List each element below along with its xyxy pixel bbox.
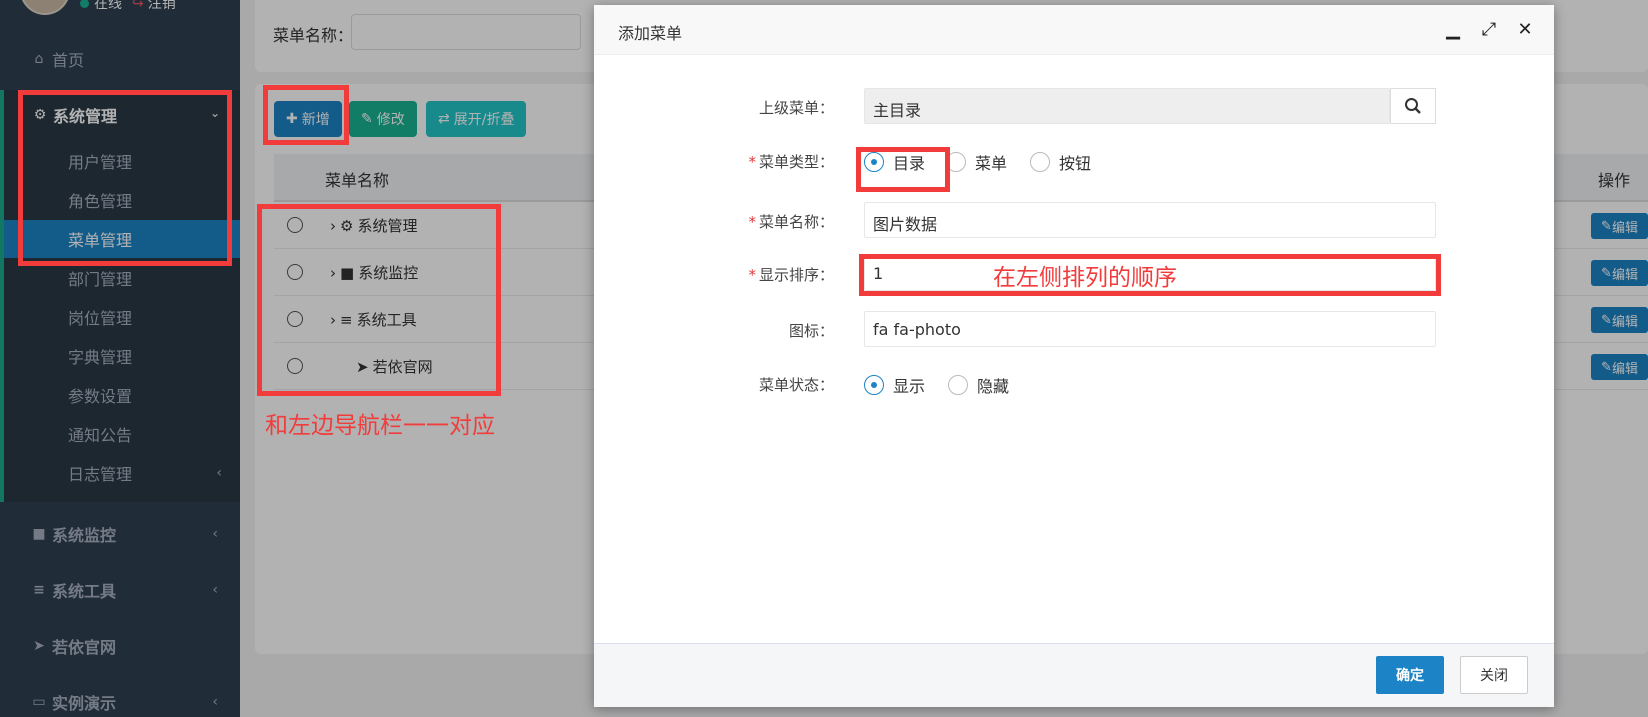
dialog-title: 添加菜单 [618, 24, 683, 43]
radio-label: 目录 [893, 154, 926, 173]
close-icon[interactable]: ✕ [1514, 19, 1536, 41]
radio-label: 显示 [893, 377, 926, 396]
order-label-text: 显示排序： [758, 266, 834, 284]
type-option-button[interactable]: 按钮 [1030, 150, 1091, 174]
menu-name-input[interactable]: 图片数据 [864, 202, 1436, 238]
radio-checked-icon [864, 152, 884, 172]
required-mark: * [748, 213, 756, 231]
menu-status-label: 菜单状态： [758, 376, 834, 394]
dialog-window-controls: ▁ ⤢ ✕ [1442, 19, 1536, 41]
type-option-menu[interactable]: 菜单 [946, 150, 1007, 174]
confirm-button[interactable]: 确定 [1376, 656, 1444, 694]
menu-type-label: * 菜单类型： [748, 151, 834, 172]
annotation-order-note: 在左侧排列的顺序 [993, 265, 1177, 291]
dialog-title-bar: 添加菜单 ▁ ⤢ ✕ [594, 5, 1554, 55]
form-row-name: * 菜单名称： 图片数据 [594, 202, 1554, 240]
close-button[interactable]: 关闭 [1460, 656, 1528, 694]
menu-name-label: * 菜单名称： [748, 211, 834, 232]
radio-label: 隐藏 [977, 377, 1010, 396]
radio-label: 菜单 [975, 154, 1008, 173]
radio-unchecked-icon [948, 375, 968, 395]
form-row-icon: 图标： fa fa-photo [594, 311, 1554, 349]
required-mark: * [748, 266, 756, 284]
type-option-directory[interactable]: 目录 [864, 150, 925, 174]
form-row-parent: 上级菜单： 主目录 [594, 88, 1554, 126]
required-mark: * [748, 153, 756, 171]
dialog-footer: 确定 关闭 [594, 643, 1554, 707]
annotation-table-note: 和左边导航栏一一对应 [265, 413, 495, 439]
form-row-status: 菜单状态： 显示 隐藏 [594, 365, 1554, 403]
radio-checked-icon [864, 375, 884, 395]
minimize-icon[interactable]: ▁ [1442, 19, 1464, 41]
parent-menu-input[interactable]: 主目录 [864, 88, 1390, 124]
form-row-type: * 菜单类型： 目录 菜单 按钮 [594, 142, 1554, 180]
order-label: * 显示排序： [748, 264, 834, 285]
parent-menu-search-button[interactable] [1390, 88, 1436, 124]
icon-input[interactable]: fa fa-photo [864, 311, 1436, 347]
menu-type-label-text: 菜单类型： [758, 153, 834, 171]
add-menu-dialog: 添加菜单 ▁ ⤢ ✕ 上级菜单： 主目录 * 菜单类型： 目录 菜单 按钮 * 菜单… [594, 5, 1554, 707]
status-option-show[interactable]: 显示 [864, 373, 925, 397]
maximize-icon[interactable]: ⤢ [1478, 19, 1500, 41]
radio-unchecked-icon [946, 152, 966, 172]
status-option-hide[interactable]: 隐藏 [948, 373, 1009, 397]
parent-menu-label: 上级菜单： [758, 99, 834, 117]
icon-label: 图标： [788, 322, 834, 340]
radio-label: 按钮 [1059, 154, 1092, 173]
search-icon [1405, 98, 1421, 114]
menu-name-label-text: 菜单名称： [758, 213, 834, 231]
radio-unchecked-icon [1030, 152, 1050, 172]
